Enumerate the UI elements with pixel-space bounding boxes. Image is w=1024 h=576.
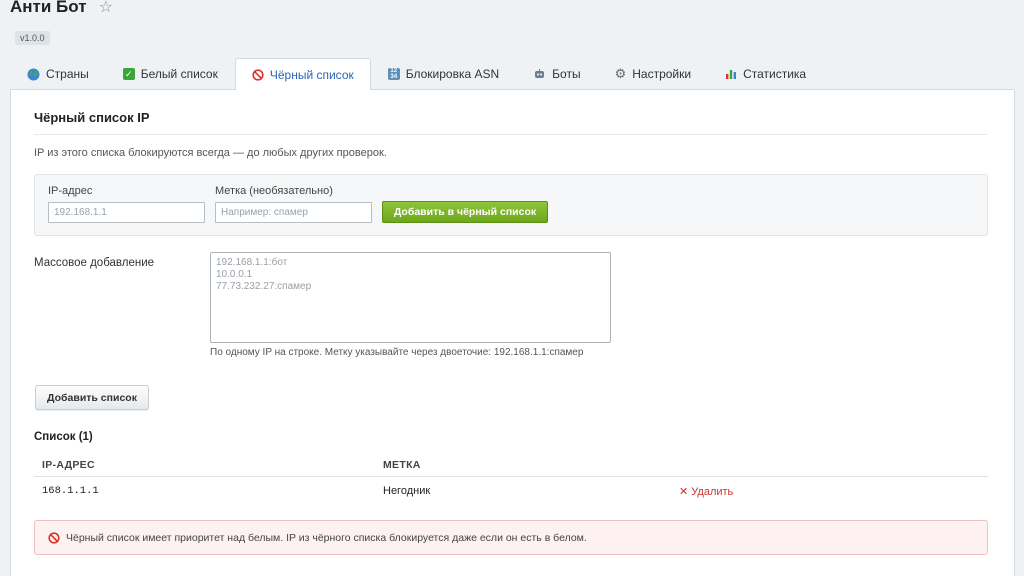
tab-asn-block[interactable]: 12 34 Блокировка ASN [371,58,516,89]
add-to-blacklist-button[interactable]: Добавить в чёрный список [382,201,548,223]
column-header-ip: IP-АДРЕС [42,459,95,471]
add-list-button[interactable]: Добавить список [35,385,149,410]
divider [34,134,987,135]
app-header: Анти Бот ☆ [10,0,113,17]
bar-chart-icon [725,68,737,80]
ip-address-input[interactable] [48,202,205,223]
tab-label: Белый список [140,67,218,81]
alert-text: Чёрный список имеет приоритет над белым.… [66,531,587,544]
gear-icon: ⚙ [614,66,627,81]
app-title: Анти Бот [10,0,87,16]
table-row: 168.1.1.1 Негодник ✕ Удалить [34,477,988,503]
prohibited-icon [252,68,264,81]
row-tag: Негодник [383,485,431,497]
blacklist-panel: Чёрный список IP IP из этого списка блок… [10,89,1015,576]
table-header: IP-АДРЕС МЕТКА [34,451,988,477]
bulk-hint: По одному IP на строке. Метку указывайте… [210,347,584,358]
version-badge: v1.0.0 [15,31,50,45]
bulk-add-label: Массовое добавление [34,257,155,269]
star-icon[interactable]: ☆ [99,0,113,17]
ip-field-label: IP-адрес [48,185,93,197]
tab-whitelist[interactable]: ✓ Белый список [106,58,235,89]
bot-icon [533,68,546,80]
delete-row-link[interactable]: ✕ Удалить [679,485,733,498]
prohibited-icon [48,531,60,544]
globe-icon [27,68,40,81]
tab-label: Страны [46,67,89,81]
tab-label: Настройки [632,67,692,81]
numbers-icon: 12 34 [387,68,400,80]
tab-blacklist[interactable]: Чёрный список [234,58,371,90]
section-title: Чёрный список IP [34,110,150,125]
tab-bar: Страны ✓ Белый список Чёрный список 12 34… [10,58,823,90]
tag-input[interactable] [215,202,372,223]
tab-label: Блокировка ASN [405,67,500,81]
priority-alert: Чёрный список имеет приоритет над белым.… [34,520,988,555]
tag-field-label: Метка (необязательно) [215,185,333,197]
column-header-tag: МЕТКА [383,459,421,471]
list-title: Список (1) [34,431,93,443]
tab-bots[interactable]: Боты [516,58,597,89]
tab-label: Чёрный список [269,67,354,82]
add-ip-form: IP-адрес Метка (необязательно) Добавить … [34,174,988,236]
section-description: IP из этого списка блокируются всегда — … [34,147,387,159]
blacklist-table: IP-АДРЕС МЕТКА 168.1.1.1 Негодник ✕ Удал… [34,451,988,503]
row-ip: 168.1.1.1 [42,485,99,497]
tab-label: Боты [552,67,581,81]
tab-statistics[interactable]: Статистика [708,58,823,89]
check-icon: ✓ [122,68,135,80]
tab-settings[interactable]: ⚙ Настройки [598,58,709,89]
tab-countries[interactable]: Страны [10,58,106,89]
tab-label: Статистика [743,67,807,81]
bulk-ip-textarea[interactable] [210,252,611,343]
